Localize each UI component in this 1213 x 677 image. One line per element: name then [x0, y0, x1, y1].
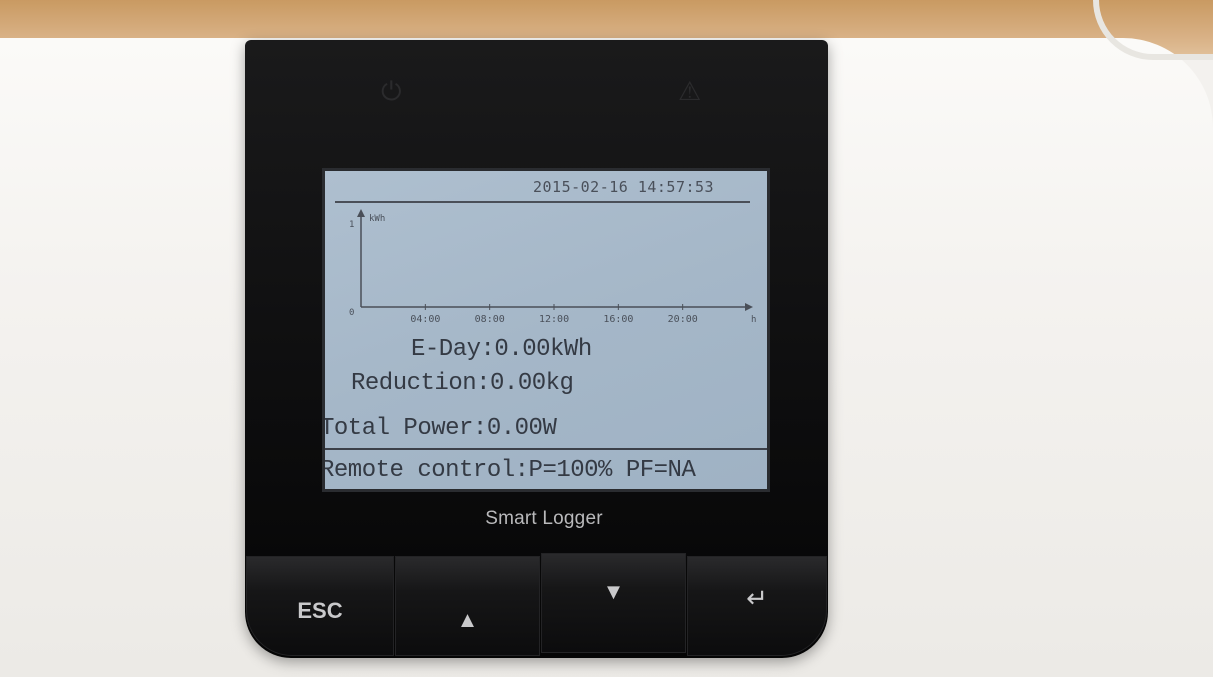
up-button[interactable]: ▲ [395, 556, 540, 656]
enter-button[interactable]: ↵ [687, 556, 827, 656]
chart-x-tick-label: 16:00 [603, 314, 633, 325]
chart-x-unit: h [751, 315, 756, 325]
esc-button[interactable]: ESC [246, 556, 394, 656]
eday-readout: E-Day:0.00kWh [411, 336, 592, 363]
chart-y-top-tick: 1 [349, 220, 354, 230]
brand-label: Smart Logger [485, 508, 603, 529]
chart-x-arrow [745, 303, 753, 311]
lcd-divider-top [335, 201, 750, 203]
chart-y-arrow [357, 209, 365, 217]
chart-x-tick-label: 04:00 [410, 314, 440, 325]
chart-x-tick-label: 08:00 [475, 314, 505, 325]
remote-control-status: Remote control:P=100% PF=NA [322, 457, 696, 484]
lcd-screen: 2015-02-16 14:57:53 kWh 1 0 04:00 08:00 12… [322, 168, 770, 492]
arrow-up-icon: ▲ [456, 607, 479, 632]
chart-y-label: kWh [369, 214, 385, 224]
reduction-readout: Reduction:0.00kg [351, 370, 574, 397]
warning-icon: ⚠ [678, 76, 702, 106]
chart-x-tick-label: 12:00 [539, 314, 569, 325]
total-power-readout: Total Power:0.00W [322, 415, 557, 442]
lcd-datetime: 2015-02-16 14:57:53 [533, 178, 715, 196]
power-icon: ⏻ [381, 76, 402, 106]
chart-y-zero-tick: 0 [349, 308, 354, 318]
chart-x-tick-label: 20:00 [668, 314, 698, 325]
down-button[interactable]: ▼ [541, 553, 686, 653]
lcd-divider-bottom [325, 448, 767, 450]
arrow-down-icon: ▼ [602, 579, 625, 604]
energy-chart: kWh 1 0 04:00 08:00 12:00 16:00 20:00 h [349, 209, 756, 325]
esc-button-label: ESC [297, 598, 343, 623]
enter-icon: ↵ [746, 582, 768, 613]
